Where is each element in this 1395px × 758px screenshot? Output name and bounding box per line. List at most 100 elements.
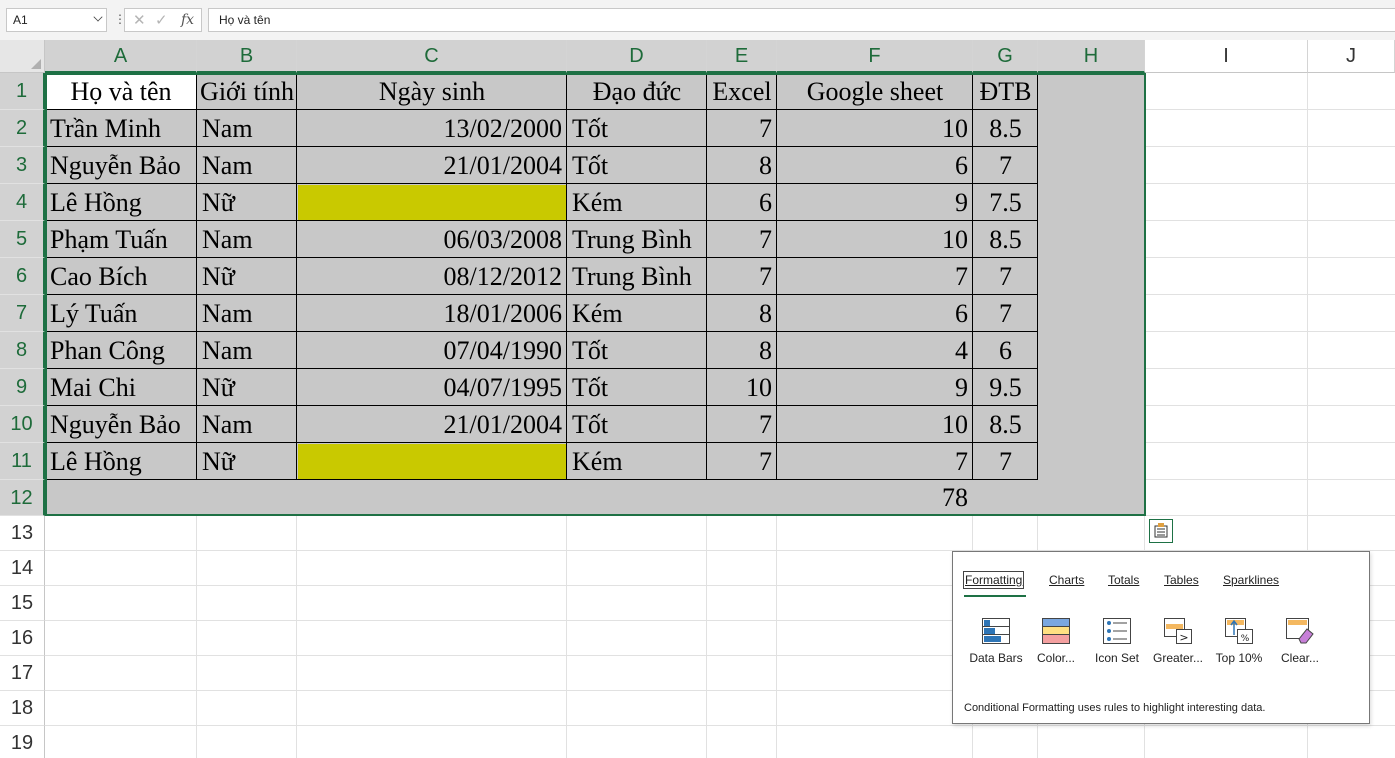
formula-input[interactable]: Họ và tên	[208, 8, 1395, 32]
insert-function-icon[interactable]: fx	[181, 12, 194, 28]
cell-a9[interactable]: Mai Chi	[46, 370, 196, 405]
cell-g2[interactable]: 8.5	[974, 111, 1037, 146]
row-header-9[interactable]: 9	[0, 369, 45, 406]
cell-c7[interactable]: 18/01/2006	[298, 296, 566, 331]
cell-d3[interactable]: Tốt	[568, 148, 706, 183]
row-header-12[interactable]: 12	[0, 480, 45, 516]
cell-b11[interactable]: Nữ	[198, 444, 296, 479]
chevron-down-icon[interactable]	[93, 12, 103, 22]
column-header-e[interactable]: E	[707, 40, 777, 73]
column-header-f[interactable]: F	[777, 40, 973, 73]
cell-g4[interactable]: 7.5	[974, 185, 1037, 220]
row-header-1[interactable]: 1	[0, 73, 45, 110]
cell-e2[interactable]: 7	[708, 111, 776, 146]
cell-a4[interactable]: Lê Hồng	[46, 185, 196, 220]
cell-b2[interactable]: Nam	[198, 111, 296, 146]
cell-c5[interactable]: 06/03/2008	[298, 222, 566, 257]
cell-e7[interactable]: 8	[708, 296, 776, 331]
cell-g9[interactable]: 9.5	[974, 370, 1037, 405]
cell-d6[interactable]: Trung Bình	[568, 259, 706, 294]
cell-a8[interactable]: Phan Công	[46, 333, 196, 368]
cell-c10[interactable]: 21/01/2004	[298, 407, 566, 442]
cell-b8[interactable]: Nam	[198, 333, 296, 368]
row-header-13[interactable]: 13	[0, 516, 45, 551]
row-header-16[interactable]: 16	[0, 621, 45, 656]
color-scale-button[interactable]: Color...	[1025, 617, 1087, 667]
cell-g1[interactable]: ĐTB	[974, 74, 1037, 109]
cell-c1[interactable]: Ngày sinh	[298, 74, 566, 109]
cell-c8[interactable]: 07/04/1990	[298, 333, 566, 368]
row-header-8[interactable]: 8	[0, 332, 45, 369]
cell-f12[interactable]: 78	[778, 481, 972, 515]
column-header-j[interactable]: J	[1308, 40, 1395, 73]
cell-f3[interactable]: 6	[778, 148, 972, 183]
tab-charts[interactable]: Charts	[1049, 573, 1084, 587]
cell-f10[interactable]: 10	[778, 407, 972, 442]
cell-b5[interactable]: Nam	[198, 222, 296, 257]
column-header-d[interactable]: D	[567, 40, 707, 73]
cell-a10[interactable]: Nguyễn Bảo	[46, 407, 196, 442]
row-header-4[interactable]: 4	[0, 184, 45, 221]
column-header-i[interactable]: I	[1145, 40, 1308, 73]
tab-totals[interactable]: Totals	[1108, 573, 1139, 587]
top-10-button[interactable]: % Top 10%	[1208, 617, 1270, 667]
cell-g3[interactable]: 7	[974, 148, 1037, 183]
cell-e4[interactable]: 6	[708, 185, 776, 220]
row-header-14[interactable]: 14	[0, 551, 45, 586]
cell-d2[interactable]: Tốt	[568, 111, 706, 146]
row-header-2[interactable]: 2	[0, 110, 45, 147]
cell-f11[interactable]: 7	[778, 444, 972, 479]
cell-d8[interactable]: Tốt	[568, 333, 706, 368]
data-bars-button[interactable]: Data Bars	[965, 617, 1027, 667]
row-header-3[interactable]: 3	[0, 147, 45, 184]
cell-f7[interactable]: 6	[778, 296, 972, 331]
row-header-15[interactable]: 15	[0, 586, 45, 621]
cell-e8[interactable]: 8	[708, 333, 776, 368]
row-header-6[interactable]: 6	[0, 258, 45, 295]
cell-a1[interactable]: Họ và tên	[46, 74, 196, 109]
cell-f2[interactable]: 10	[778, 111, 972, 146]
cell-d7[interactable]: Kém	[568, 296, 706, 331]
column-header-h[interactable]: H	[1038, 40, 1145, 73]
cell-c2[interactable]: 13/02/2000	[298, 111, 566, 146]
cell-c3[interactable]: 21/01/2004	[298, 148, 566, 183]
column-header-a[interactable]: A	[45, 40, 197, 73]
cell-d1[interactable]: Đạo đức	[568, 74, 706, 109]
cell-b1[interactable]: Giới tính	[198, 74, 296, 109]
cell-e6[interactable]: 7	[708, 259, 776, 294]
icon-set-button[interactable]: Icon Set	[1086, 617, 1148, 667]
row-header-11[interactable]: 11	[0, 443, 45, 480]
confirm-icon[interactable]: ✓	[155, 11, 168, 29]
cell-f6[interactable]: 7	[778, 259, 972, 294]
cell-a3[interactable]: Nguyễn Bảo	[46, 148, 196, 183]
cell-d11[interactable]: Kém	[568, 444, 706, 479]
cell-f1[interactable]: Google sheet	[778, 74, 972, 109]
column-header-b[interactable]: B	[197, 40, 297, 73]
cell-f8[interactable]: 4	[778, 333, 972, 368]
cell-f4[interactable]: 9	[778, 185, 972, 220]
cell-e10[interactable]: 7	[708, 407, 776, 442]
select-all-button[interactable]	[0, 40, 45, 73]
cell-d10[interactable]: Tốt	[568, 407, 706, 442]
tab-formatting[interactable]: Formatting	[962, 571, 1025, 589]
cell-f5[interactable]: 10	[778, 222, 972, 257]
cell-g6[interactable]: 7	[974, 259, 1037, 294]
cell-b3[interactable]: Nam	[198, 148, 296, 183]
cell-e11[interactable]: 7	[708, 444, 776, 479]
column-header-g[interactable]: G	[973, 40, 1038, 73]
cell-g10[interactable]: 8.5	[974, 407, 1037, 442]
row-header-10[interactable]: 10	[0, 406, 45, 443]
cell-g8[interactable]: 6	[974, 333, 1037, 368]
name-box[interactable]: A1	[6, 8, 107, 32]
cell-c4[interactable]	[298, 185, 566, 220]
cell-a7[interactable]: Lý Tuấn	[46, 296, 196, 331]
clear-format-button[interactable]: Clear...	[1269, 617, 1331, 667]
cell-a6[interactable]: Cao Bích	[46, 259, 196, 294]
cell-b6[interactable]: Nữ	[198, 259, 296, 294]
cell-b9[interactable]: Nữ	[198, 370, 296, 405]
cell-g7[interactable]: 7	[974, 296, 1037, 331]
column-header-c[interactable]: C	[297, 40, 567, 73]
row-header-18[interactable]: 18	[0, 691, 45, 726]
cancel-icon[interactable]: ✕	[133, 11, 146, 29]
cell-b4[interactable]: Nữ	[198, 185, 296, 220]
